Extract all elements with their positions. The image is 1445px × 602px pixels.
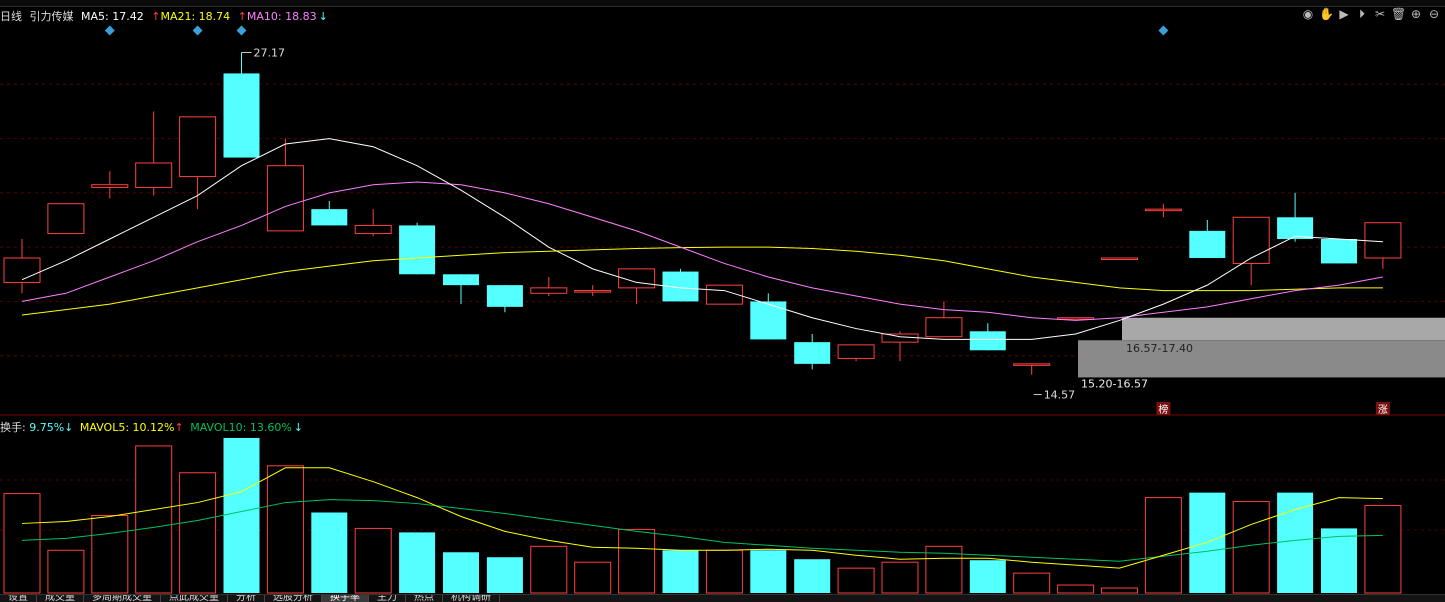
candle-body bbox=[1189, 230, 1226, 258]
candle-body bbox=[530, 287, 568, 294]
low-price-label: 14.57 bbox=[1044, 389, 1076, 402]
mavol5-indicator: MAVOL5: 10.12%↑ bbox=[80, 421, 184, 434]
mavol10-value: 13.60% bbox=[249, 421, 292, 434]
volume-bar bbox=[1277, 492, 1314, 593]
candle-body bbox=[91, 184, 129, 188]
volume-bar bbox=[705, 549, 743, 594]
volume-bar bbox=[266, 465, 304, 594]
candle-body bbox=[443, 274, 479, 286]
volume-bar bbox=[135, 445, 173, 594]
candle-body bbox=[1101, 257, 1138, 260]
volume-bar bbox=[91, 514, 129, 594]
volume-bar bbox=[443, 552, 479, 593]
zone-upper-label: 16.57-17.40 bbox=[1126, 342, 1193, 355]
zone-lower-label: 15.20-16.57 bbox=[1081, 377, 1148, 390]
candle-body bbox=[794, 342, 831, 364]
moving-average-lines bbox=[21, 138, 1383, 340]
candle-body bbox=[1144, 208, 1182, 212]
volume-bar bbox=[223, 437, 260, 593]
ma5-line bbox=[21, 138, 1383, 340]
candle-body bbox=[1321, 239, 1357, 264]
signal-diamond bbox=[236, 25, 247, 36]
candle-body bbox=[574, 290, 612, 293]
candle-body bbox=[486, 285, 523, 307]
rank-badge: 榜 bbox=[1158, 403, 1168, 416]
volume-bar bbox=[1101, 587, 1138, 594]
volume-info-bar: 换手: 9.75%↓ MAVOL5: 10.12%↑ MAVOL10: 13.6… bbox=[0, 419, 306, 435]
volume-bar bbox=[837, 567, 875, 594]
volume-bar bbox=[750, 550, 787, 593]
mavol5-label: MAVOL5: bbox=[79, 421, 130, 434]
candle-body bbox=[1277, 217, 1314, 239]
candle-body bbox=[881, 333, 919, 343]
candle-body bbox=[311, 209, 348, 226]
up-arrow-icon: ↑ bbox=[174, 421, 184, 434]
volume-bar bbox=[1057, 584, 1095, 594]
turnover-indicator: 换手: 9.75%↓ bbox=[0, 421, 73, 434]
volume-bar bbox=[574, 561, 612, 594]
signal-diamond bbox=[192, 25, 203, 36]
zone-upper-box bbox=[1122, 317, 1445, 341]
price-grid bbox=[0, 83, 1445, 531]
ma10-line bbox=[21, 181, 1383, 321]
volume-bar bbox=[969, 560, 1006, 593]
candle-body bbox=[1364, 222, 1402, 259]
volume-bars bbox=[3, 437, 1402, 594]
volume-bar bbox=[3, 493, 41, 594]
volume-bar bbox=[881, 561, 919, 594]
candle-body bbox=[223, 73, 260, 158]
volume-bar bbox=[47, 549, 85, 594]
high-price-label: 27.17 bbox=[254, 47, 286, 60]
candle-body bbox=[3, 257, 41, 283]
candle-body bbox=[969, 331, 1006, 351]
volume-bar bbox=[1321, 528, 1357, 593]
volume-bar bbox=[399, 532, 436, 593]
volume-bar bbox=[1364, 505, 1402, 594]
mavol5-value: 10.12% bbox=[132, 421, 175, 434]
candle-body bbox=[1232, 216, 1270, 264]
volume-bar bbox=[662, 550, 699, 593]
candle-body bbox=[266, 165, 304, 232]
down-arrow-icon: ↓ bbox=[64, 421, 74, 434]
candle-body bbox=[1013, 363, 1051, 366]
volume-bar bbox=[1013, 572, 1051, 594]
candle-body bbox=[399, 225, 436, 275]
candle-body bbox=[925, 317, 963, 338]
signal-diamond bbox=[1158, 25, 1169, 36]
candle-body bbox=[354, 224, 392, 235]
kline-chart[interactable]: 16.57-17.40 15.20-16.57 27.17 14.57 榜 涨 bbox=[0, 0, 1445, 601]
candle-body bbox=[47, 203, 85, 235]
signal-diamond bbox=[104, 25, 115, 36]
volume-bar bbox=[354, 527, 392, 594]
candle-body bbox=[837, 344, 875, 359]
candle-body bbox=[750, 301, 787, 340]
turnover-label: 换手: bbox=[0, 421, 26, 434]
limit-up-badge: 涨 bbox=[1378, 404, 1388, 416]
volume-bar bbox=[486, 557, 523, 593]
mavol10-label: MAVOL10: bbox=[190, 421, 247, 434]
turnover-value: 9.75% bbox=[29, 421, 65, 434]
ma21-line bbox=[21, 246, 1383, 316]
volume-bar bbox=[1144, 497, 1182, 594]
down-arrow-icon: ↓ bbox=[293, 421, 304, 434]
price-zones: 16.57-17.40 15.20-16.57 bbox=[1078, 317, 1445, 390]
candle-body bbox=[1057, 317, 1095, 320]
volume-bar bbox=[311, 512, 348, 593]
volume-bar bbox=[530, 545, 568, 594]
mavol10-indicator: MAVOL10: 13.60% ↓ bbox=[190, 421, 303, 434]
volume-bar bbox=[179, 472, 217, 594]
volume-bar bbox=[618, 528, 656, 594]
volume-bar bbox=[794, 559, 831, 593]
candle-body bbox=[179, 116, 217, 178]
candle-body bbox=[135, 162, 173, 188]
